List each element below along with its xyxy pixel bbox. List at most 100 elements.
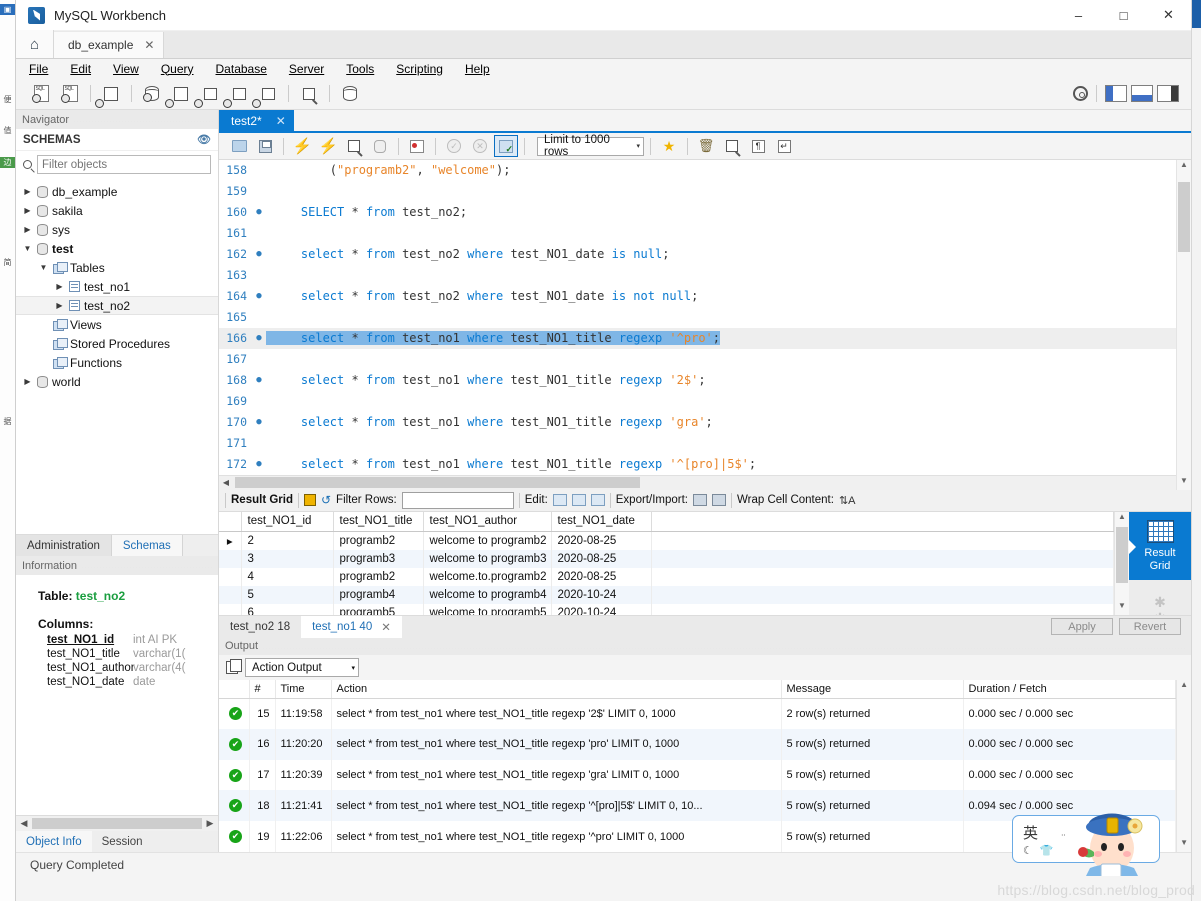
auto-commit-icon[interactable] (494, 135, 518, 157)
edit-table-data-icon[interactable] (296, 81, 322, 106)
code-line-162[interactable]: 162 ● select * from test_no2 where test_N… (219, 244, 1191, 265)
table-cell[interactable]: welcome to programb4 (423, 585, 552, 604)
wrap-lines-icon[interactable]: ↵ (772, 135, 796, 157)
tab-object-info[interactable]: Object Info (16, 831, 92, 852)
scroll-up-icon[interactable]: ▲ (1177, 160, 1191, 174)
table-cell[interactable]: programb5 (333, 603, 424, 616)
open-sql-script-icon[interactable] (57, 81, 83, 106)
table-cell[interactable]: welcome to programb3 (423, 549, 552, 568)
code-line-160[interactable]: 160 ● SELECT * from test_no2; (219, 202, 1191, 223)
row-selector[interactable] (219, 549, 242, 568)
table-row[interactable]: 6 programb5 welcome to programb5 2020-10-24 (219, 603, 1114, 616)
tree-item-tables[interactable]: ▼ Tables (16, 258, 218, 277)
apply-button[interactable]: Apply (1051, 618, 1113, 636)
menu-view[interactable]: View (113, 62, 139, 76)
code-line-171[interactable]: 171 (219, 433, 1191, 454)
toggle-output-icon[interactable] (1131, 85, 1153, 102)
close-icon[interactable]: ✕ (144, 38, 154, 52)
table-cell[interactable]: programb2 (333, 531, 424, 550)
new-function-icon[interactable] (252, 81, 281, 108)
execute-statement-icon[interactable]: ⚡ (290, 135, 314, 157)
menu-database[interactable]: Database (216, 62, 267, 76)
result-vertical-scrollbar[interactable]: ▲ ▼ (1114, 512, 1129, 616)
tree-item-functions[interactable]: Functions (16, 353, 218, 372)
editor-tab-test2[interactable]: test2* ✕ (219, 110, 294, 132)
show-invisible-chars-icon[interactable]: ¶ (746, 135, 770, 157)
tree-item-test_no1[interactable]: ▶ test_no1 (16, 277, 218, 296)
row-limit-select[interactable]: Limit to 1000 rows ▾ (537, 134, 644, 158)
scrollbar-thumb[interactable] (1178, 181, 1190, 252)
toggle-sidebar-icon[interactable] (1105, 85, 1127, 102)
toggle-secondary-sidebar-icon[interactable] (1157, 85, 1179, 102)
table-cell[interactable]: 5 (241, 585, 334, 604)
output-row[interactable]: ✔ 16 11:20:20 select * from test_no1 where … (219, 728, 1177, 760)
chevron-right-icon[interactable]: ▶ (22, 187, 33, 196)
code-line-161[interactable]: 161 (219, 223, 1191, 244)
code-line-158[interactable]: 158 ("programb2", "welcome"); (219, 160, 1191, 181)
chevron-down-icon[interactable]: ▾ (636, 142, 640, 150)
scrollbar-thumb[interactable] (32, 818, 202, 829)
help-icon[interactable] (1073, 86, 1088, 101)
row-selector[interactable] (219, 585, 242, 604)
result-grid[interactable]: test_NO1_id test_NO1_title test_NO1_author… (219, 512, 1114, 616)
chevron-right-icon[interactable]: ▶ (22, 206, 33, 215)
column-header-test_NO1_date[interactable]: test_NO1_date (551, 512, 652, 532)
output-row[interactable]: ✔ 15 11:19:58 select * from test_no1 where … (219, 698, 1177, 729)
code-line-170[interactable]: 170 ● select * from test_no1 where test_N… (219, 412, 1191, 433)
result-grid-side-button[interactable]: Result Grid (1129, 512, 1191, 581)
tab-session[interactable]: Session (92, 831, 153, 852)
beautify-sql-icon[interactable]: 🗑 (694, 135, 718, 157)
chevron-right-icon[interactable]: ▶ (54, 301, 65, 310)
column-header-test_NO1_title[interactable]: test_NO1_title (333, 512, 424, 532)
editor-vertical-scrollbar[interactable]: ▲ ▼ (1176, 159, 1191, 490)
menu-file[interactable]: File (29, 62, 48, 76)
tab-schemas[interactable]: Schemas (111, 535, 183, 557)
reconnect-dbms-icon[interactable] (337, 81, 363, 106)
table-cell[interactable]: 3 (241, 549, 334, 568)
result-table-body[interactable]: ▸ 2 programb2 welcome to programb2 2020-08-2… (219, 531, 1114, 616)
chevron-down-icon[interactable]: ▼ (38, 263, 49, 272)
code-line-164[interactable]: 164 ● select * from test_no2 where test_N… (219, 286, 1191, 307)
column-header-test_NO1_author[interactable]: test_NO1_author (423, 512, 552, 532)
stop-execution-icon[interactable] (368, 135, 392, 157)
find-icon[interactable] (720, 135, 744, 157)
new-schema-icon[interactable] (139, 81, 165, 106)
tree-item-sakila[interactable]: ▶ sakila (16, 201, 218, 220)
minimize-button[interactable]: – (1056, 0, 1101, 31)
export-recordset-icon[interactable] (692, 494, 707, 507)
code-line-167[interactable]: 167 (219, 349, 1191, 370)
tree-item-sys[interactable]: ▶ sys (16, 220, 218, 239)
moon-icon[interactable]: ☾ (1023, 844, 1033, 857)
scroll-left-icon[interactable]: ◀ (18, 818, 30, 829)
code-line-168[interactable]: 168 ● select * from test_no1 where test_N… (219, 370, 1191, 391)
scroll-down-icon[interactable]: ▼ (1177, 476, 1191, 490)
schema-tree[interactable]: ▶ db_example ▶ sakila ▶ sys ▼ test ▼ Tables ▶ test_… (16, 178, 218, 534)
chevron-right-icon[interactable]: ▶ (22, 377, 33, 386)
code-line-165[interactable]: 165 (219, 307, 1191, 328)
output-row[interactable]: ✔ 17 11:20:39 select * from test_no1 where … (219, 759, 1177, 791)
table-row[interactable]: 3 programb3 welcome to programb3 2020-08-25 (219, 549, 1114, 568)
refresh-icon[interactable]: ↺ (321, 493, 331, 507)
ime-dots-icon[interactable]: ¨ (1062, 833, 1068, 845)
row-selector[interactable]: ▸ (219, 531, 242, 550)
tab-administration[interactable]: Administration (16, 535, 112, 557)
editor-horizontal-scrollbar[interactable]: ◀ ▶ (219, 474, 1191, 490)
scrollbar-thumb[interactable] (1116, 527, 1128, 584)
table-cell[interactable]: programb4 (333, 585, 424, 604)
skin-icon[interactable]: 👕 (1040, 844, 1054, 857)
result-tab-test-no1[interactable]: test_no1 40 ✕ (301, 615, 402, 638)
maximize-button[interactable]: □ (1101, 0, 1146, 31)
output-column-Duration / Fetch[interactable]: Duration / Fetch (963, 680, 1177, 699)
table-cell[interactable]: 4 (241, 567, 334, 586)
close-icon[interactable]: ✕ (381, 620, 391, 634)
code-line-166[interactable]: 166 ● select * from test_no1 where test_N… (219, 327, 1191, 349)
copy-icon[interactable] (226, 659, 242, 675)
open-script-icon[interactable] (227, 135, 251, 157)
wrap-cell-icon[interactable]: ⇅A (839, 494, 856, 507)
table-row[interactable]: 5 programb4 welcome to programb4 2020-10-24 (219, 585, 1114, 604)
column-header-test_NO1_id[interactable]: test_NO1_id (241, 512, 334, 532)
tree-item-stored-procedures[interactable]: Stored Procedures (16, 334, 218, 353)
output-column-Action[interactable]: Action (331, 680, 782, 699)
scroll-down-icon[interactable]: ▼ (1177, 838, 1191, 852)
code-line-159[interactable]: 159 (219, 181, 1191, 202)
